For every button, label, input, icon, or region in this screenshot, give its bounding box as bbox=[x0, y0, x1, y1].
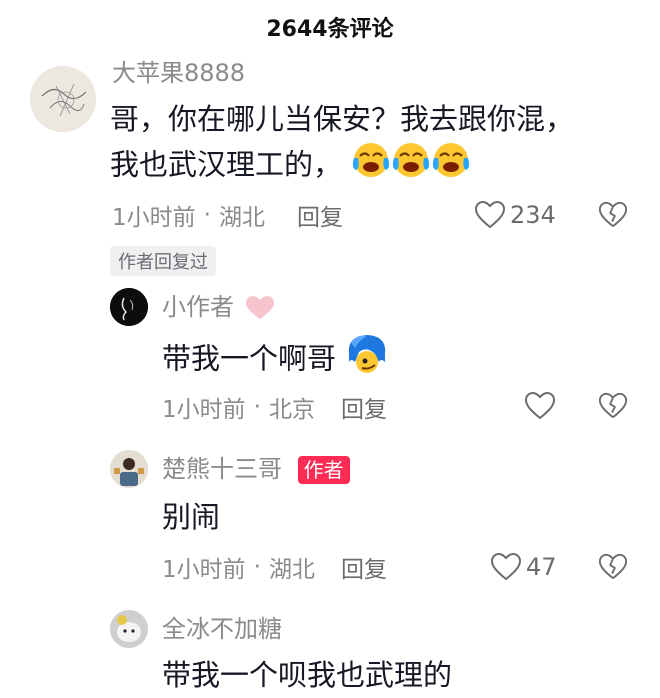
reply-button[interactable]: 回复 bbox=[341, 390, 387, 424]
comment-time: 1小时前 bbox=[112, 205, 196, 231]
reply-location: 北京 bbox=[268, 397, 315, 423]
reply-button[interactable]: 回复 bbox=[341, 550, 387, 584]
broken-heart-icon bbox=[598, 553, 628, 579]
dislike-button[interactable] bbox=[598, 200, 628, 234]
like-button[interactable]: 47 bbox=[490, 551, 557, 583]
comment-username[interactable]: 大苹果8888 bbox=[112, 54, 245, 84]
author-badge: 作者 bbox=[297, 456, 350, 484]
comment-text-line2-text: 我也武汉理工的， bbox=[110, 147, 343, 182]
avatar[interactable] bbox=[30, 66, 96, 132]
dislike-button[interactable] bbox=[598, 552, 628, 586]
reply-time: 1小时前 bbox=[162, 557, 246, 583]
reply-location: 湖北 bbox=[268, 557, 315, 583]
avatar[interactable] bbox=[110, 610, 148, 648]
like-button[interactable]: 234 bbox=[474, 199, 556, 231]
avatar[interactable] bbox=[110, 450, 148, 488]
like-count: 234 bbox=[510, 201, 556, 229]
comment-text-line2: 我也武汉理工的， bbox=[110, 140, 471, 193]
reply-meta: 1小时前 · 北京 回复 bbox=[162, 390, 387, 424]
meta-separator: · bbox=[253, 554, 261, 580]
dislike-button[interactable] bbox=[598, 391, 628, 425]
heart-outline-icon bbox=[474, 200, 506, 229]
comment-meta: 1小时前 · 湖北 回复 bbox=[112, 198, 343, 232]
avatar[interactable] bbox=[110, 288, 148, 326]
pink-heart-icon bbox=[245, 296, 274, 319]
blue-hair-face-emoji bbox=[345, 332, 389, 389]
reply-button[interactable]: 回复 bbox=[297, 198, 343, 232]
reply-username[interactable]: 小作者 bbox=[162, 290, 276, 324]
reply-text-content: 带我一个啊哥 bbox=[162, 341, 337, 376]
broken-heart-icon bbox=[598, 392, 628, 418]
comment-count-title: 2644条评论 bbox=[266, 17, 394, 42]
reply-text: 带我一个啊哥 bbox=[162, 332, 389, 389]
like-button[interactable] bbox=[524, 390, 556, 422]
avatar-image bbox=[110, 610, 148, 648]
comments-header: 2644条评论 bbox=[0, 0, 660, 54]
meta-separator: · bbox=[203, 202, 211, 228]
avatar-image bbox=[110, 450, 148, 488]
reply-text: 别闹 bbox=[162, 500, 221, 534]
reply-meta: 1小时前 · 湖北 回复 bbox=[162, 550, 387, 584]
reply-time: 1小时前 bbox=[162, 397, 246, 423]
reply-username-text: 楚熊十三哥 bbox=[162, 455, 282, 483]
broken-heart-icon bbox=[598, 201, 628, 227]
heart-outline-icon bbox=[490, 552, 522, 581]
comment-location: 湖北 bbox=[218, 205, 265, 231]
like-count: 47 bbox=[526, 553, 557, 581]
meta-separator: · bbox=[253, 394, 261, 420]
avatar-image bbox=[30, 66, 96, 132]
author-replied-tag: 作者回复过 bbox=[110, 246, 216, 276]
heart-outline-icon bbox=[524, 391, 556, 420]
reply-username[interactable]: 楚熊十三哥 作者 bbox=[162, 452, 350, 486]
comment-text-line1: 哥，你在哪儿当保安？我去跟你混， bbox=[110, 102, 575, 136]
reply-username-text: 小作者 bbox=[162, 293, 234, 321]
avatar-image bbox=[110, 288, 148, 326]
reply-username[interactable]: 全冰不加糖 bbox=[162, 612, 282, 646]
reply-text: 带我一个呗我也武理的 bbox=[162, 658, 453, 692]
crying-laughing-emoji bbox=[351, 140, 471, 193]
